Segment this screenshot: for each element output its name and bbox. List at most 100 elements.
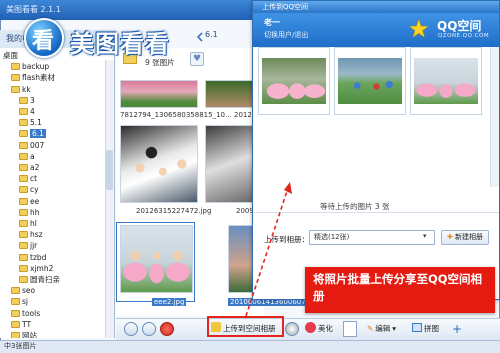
- rotate-right-icon[interactable]: [142, 322, 156, 336]
- switch-user-link[interactable]: 切换用户/退出: [264, 30, 308, 40]
- folder-icon: [11, 320, 20, 328]
- tree-item-label: kk: [22, 84, 31, 94]
- tree-item[interactable]: tzbd: [19, 252, 46, 263]
- upload-thumb-3[interactable]: [410, 47, 482, 115]
- tree-item-label: tools: [22, 308, 41, 318]
- folder-icon: [19, 96, 28, 104]
- add-icon[interactable]: +: [452, 321, 462, 337]
- tree-item[interactable]: backup: [11, 61, 49, 72]
- tree-item-label: TT: [22, 319, 32, 329]
- tree-item[interactable]: flash素材: [11, 72, 55, 83]
- tree-item-label: jjr: [30, 241, 38, 251]
- tree-item[interactable]: 007: [19, 140, 44, 151]
- rotate-left-icon[interactable]: [124, 322, 138, 336]
- tree-item[interactable]: a2: [19, 162, 39, 173]
- tree-item[interactable]: 4: [19, 106, 35, 117]
- collage-button[interactable]: 拼图: [412, 321, 439, 337]
- folder-icon: [19, 119, 28, 127]
- edit-button[interactable]: ✎ 编辑 ▾: [367, 321, 396, 337]
- tree-item-label: hsz: [30, 230, 43, 240]
- status-text: 中3张图片: [4, 342, 37, 350]
- tree-item-label: 网站: [22, 331, 37, 338]
- guide-arrow: [245, 182, 292, 317]
- folder-icon: [19, 186, 28, 194]
- tree-item[interactable]: a: [19, 151, 35, 162]
- thumbnail-3[interactable]: [120, 125, 198, 203]
- tree-item-label: flash素材: [22, 73, 55, 83]
- tree-item[interactable]: TT: [11, 319, 31, 330]
- sidebar-scroll-thumb[interactable]: [106, 150, 113, 190]
- dialog-title: 上传到QQ空间: [262, 3, 309, 11]
- album-select[interactable]: 精选(12张): [309, 230, 435, 245]
- tree-item[interactable]: cy: [19, 184, 39, 195]
- tree-item[interactable]: 3: [19, 95, 35, 106]
- upload-star-icon: [211, 322, 221, 332]
- folder-icon: [11, 332, 20, 338]
- new-album-button[interactable]: ✚ 新建相册: [441, 230, 489, 245]
- thumbnail-caption: 2012: [234, 111, 252, 119]
- thumbnail-1[interactable]: [120, 80, 198, 108]
- thumbnail-caption: eee2.jpg: [152, 298, 187, 306]
- folder-icon: [19, 220, 28, 227]
- tree-item-label: 6.1: [30, 129, 46, 139]
- tree-item[interactable]: ct: [19, 173, 37, 184]
- tree-item[interactable]: hsz: [19, 229, 43, 240]
- new-album-label: 新建相册: [455, 233, 484, 241]
- thumbnail-2[interactable]: [205, 80, 253, 108]
- tree-item[interactable]: 5.1: [19, 117, 42, 128]
- slideshow-icon[interactable]: [285, 322, 299, 336]
- folder-icon: [11, 309, 20, 317]
- chevron-down-icon: ▾: [392, 324, 397, 333]
- app-logo: 看 美图看看: [24, 18, 214, 62]
- folder-icon: [19, 231, 28, 239]
- tree-item[interactable]: hh: [19, 207, 40, 218]
- sidebar-scrollbar[interactable]: [105, 60, 114, 338]
- upload-to-qzone-button[interactable]: 上传到空间相册: [211, 321, 276, 337]
- tree-item-label: seo: [22, 286, 36, 296]
- tree-item-label: a2: [30, 163, 40, 172]
- delete-icon[interactable]: [160, 322, 174, 336]
- tree-item-label: hl: [30, 219, 37, 228]
- tree-item-label: 圆青扫亲: [30, 275, 60, 284]
- tree-item[interactable]: tools: [11, 308, 40, 319]
- thumbnail-caption: 20126315227472.jpg: [136, 207, 212, 215]
- tree-item[interactable]: xjmh2: [19, 263, 53, 274]
- window-title: 美图看看 2.1.1: [6, 5, 61, 14]
- folder-icon: [19, 208, 28, 216]
- qq-username: 老一: [264, 18, 280, 27]
- tree-item-label: 桌面: [3, 51, 18, 60]
- upload-thumb-2[interactable]: [334, 47, 406, 115]
- meitu-icon: [305, 322, 316, 333]
- status-bar: [0, 340, 500, 353]
- tree-item[interactable]: jjr: [19, 240, 37, 251]
- folder-icon: [19, 152, 28, 160]
- tree-item[interactable]: sj: [11, 296, 28, 307]
- folder-icon: [11, 298, 20, 306]
- folder-icon: [19, 175, 28, 183]
- edit-label: 编辑: [375, 324, 391, 333]
- beautify-button[interactable]: 美化: [305, 321, 333, 337]
- folder-icon: [19, 197, 28, 205]
- adjust-icon[interactable]: [343, 321, 357, 337]
- tree-item-label: 007: [30, 140, 45, 150]
- logo-glyph: 看: [32, 29, 55, 54]
- annotation-callout: 将照片批量上传分享至QQ空间相册: [305, 267, 495, 313]
- tree-item[interactable]: hl: [19, 218, 37, 229]
- chevron-down-icon[interactable]: ▾: [423, 232, 427, 240]
- tree-item[interactable]: kk: [11, 84, 31, 95]
- folder-icon: [19, 164, 28, 171]
- thumbnail-5[interactable]: [120, 225, 193, 293]
- tree-item[interactable]: 6.1: [19, 128, 46, 139]
- tree-item-label: a: [30, 151, 35, 161]
- tree-item[interactable]: ee: [19, 196, 39, 207]
- tree-item[interactable]: 圆青扫亲: [19, 274, 60, 285]
- upload-thumb-1[interactable]: [258, 47, 330, 115]
- folder-icon: [11, 74, 20, 82]
- qzone-url: QZONE.QQ.COM: [438, 33, 490, 39]
- tree-item[interactable]: 网站: [11, 330, 37, 338]
- folder-icon: [19, 108, 28, 115]
- tree-item[interactable]: seo: [11, 285, 35, 296]
- tree-item-label: xjmh2: [30, 263, 54, 273]
- tree-item[interactable]: 桌面: [3, 50, 18, 61]
- dialog-scrollbar[interactable]: [490, 47, 499, 187]
